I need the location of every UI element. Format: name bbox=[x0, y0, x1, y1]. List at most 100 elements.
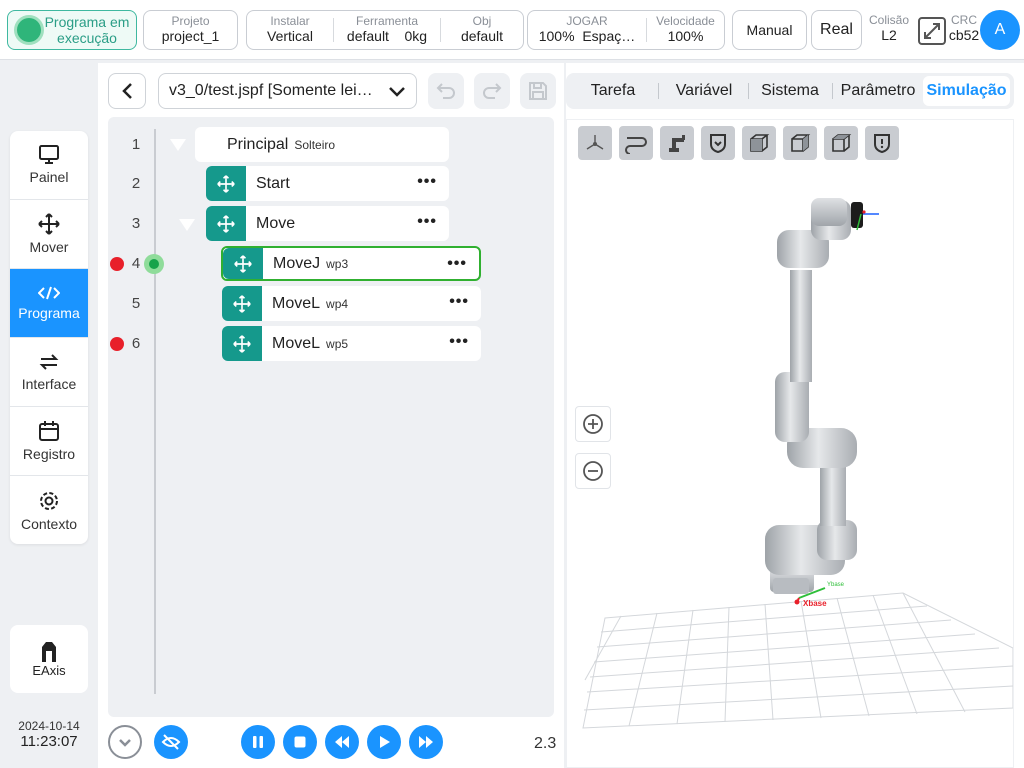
swap-icon bbox=[39, 354, 59, 370]
more-options-icon[interactable]: ••• bbox=[449, 334, 469, 350]
view-front-button[interactable] bbox=[742, 126, 776, 160]
install-value: Vertical bbox=[267, 28, 313, 44]
jog-cell[interactable]: JOGAR 100% Espaç… bbox=[528, 11, 646, 49]
tree-node-start[interactable]: Start ••• bbox=[206, 166, 449, 201]
nav-item-interface[interactable]: Interface bbox=[10, 338, 88, 407]
nav-item-contexto[interactable]: Contexto bbox=[10, 476, 88, 544]
jog-speed-group[interactable]: JOGAR 100% Espaç… Velocidade 100% bbox=[527, 10, 725, 50]
zoom-out-button[interactable] bbox=[575, 453, 611, 489]
top-bar: Programa em execução Projeto project_1 I… bbox=[0, 0, 1024, 60]
robot-view-button[interactable] bbox=[660, 126, 694, 160]
collapse-icon[interactable] bbox=[170, 139, 186, 151]
view-iso-button[interactable] bbox=[578, 126, 612, 160]
more-options-icon[interactable]: ••• bbox=[449, 294, 469, 310]
play-button[interactable] bbox=[367, 725, 401, 759]
running-dot-icon bbox=[17, 18, 41, 42]
simulation-viewport[interactable]: Xbase Ybase bbox=[566, 119, 1014, 768]
divider bbox=[658, 83, 659, 99]
real-mode-button[interactable]: Real bbox=[811, 10, 862, 50]
user-avatar[interactable]: A bbox=[980, 10, 1020, 50]
pause-button[interactable] bbox=[241, 725, 275, 759]
stop-button[interactable] bbox=[283, 725, 317, 759]
more-options-icon[interactable]: ••• bbox=[417, 214, 437, 230]
step-mode-button[interactable] bbox=[154, 725, 188, 759]
project-value: project_1 bbox=[161, 28, 220, 44]
back-button[interactable] bbox=[108, 73, 146, 109]
zoom-in-button[interactable] bbox=[575, 406, 611, 442]
tab-variavel[interactable]: Variável bbox=[660, 73, 748, 109]
tab-simulacao[interactable]: Simulação bbox=[923, 76, 1010, 106]
nav-item-mover[interactable]: Mover bbox=[10, 200, 88, 269]
collapse-all-button[interactable] bbox=[108, 725, 142, 759]
nav-label: Painel bbox=[29, 169, 69, 185]
tree-node-move[interactable]: Move ••• bbox=[206, 206, 449, 241]
install-label: Instalar bbox=[270, 14, 310, 28]
tab-sistema[interactable]: Sistema bbox=[748, 73, 832, 109]
collision-indicator[interactable]: Colisão L2 bbox=[866, 14, 912, 52]
tool-label: Ferramenta bbox=[355, 14, 419, 28]
view-side-button[interactable] bbox=[783, 126, 817, 160]
nav-label: Mover bbox=[29, 239, 69, 255]
eaxis-button[interactable]: EAxis bbox=[10, 625, 88, 693]
view-top-button[interactable] bbox=[824, 126, 858, 160]
undo-icon bbox=[436, 83, 455, 99]
clock: 2024-10-14 11:23:07 bbox=[0, 719, 98, 750]
program-editor: v3_0/test.jspf [Somente lei… 1 Principal… bbox=[98, 63, 564, 768]
tab-parametro[interactable]: Parâmetro bbox=[832, 73, 924, 109]
undo-button[interactable] bbox=[428, 73, 464, 109]
eaxis-label: EAxis bbox=[32, 662, 66, 678]
program-toolbar: v3_0/test.jspf [Somente lei… bbox=[98, 63, 564, 117]
tool-cell[interactable]: Ferramenta default 0kg bbox=[334, 11, 440, 49]
eaxis-icon bbox=[42, 641, 56, 662]
fullscreen-icon[interactable] bbox=[917, 16, 947, 46]
rewind-button[interactable] bbox=[325, 725, 359, 759]
tree-node-principal[interactable]: Principal Solteiro bbox=[195, 127, 449, 162]
line-number: 1 bbox=[131, 136, 141, 153]
run-status-indicator[interactable]: Programa em execução bbox=[7, 10, 137, 50]
more-options-icon[interactable]: ••• bbox=[417, 174, 437, 190]
redo-icon bbox=[483, 83, 502, 99]
line-number: 6 bbox=[131, 335, 141, 352]
tab-tarefa[interactable]: Tarefa bbox=[566, 73, 660, 109]
stop-icon bbox=[294, 736, 306, 748]
current-line-indicator bbox=[144, 254, 164, 274]
rewind-icon bbox=[335, 736, 349, 748]
nav-label: Contexto bbox=[20, 515, 78, 532]
collapse-icon[interactable] bbox=[179, 219, 195, 231]
program-file-select[interactable]: v3_0/test.jspf [Somente lei… bbox=[158, 73, 417, 109]
jog-label: JOGAR bbox=[566, 14, 608, 28]
gear-icon bbox=[40, 491, 58, 510]
tree-guide-line bbox=[154, 129, 156, 694]
fast-forward-button[interactable] bbox=[409, 725, 443, 759]
manual-mode-button[interactable]: Manual bbox=[732, 10, 807, 50]
save-button[interactable] bbox=[520, 73, 556, 109]
zoom-out-icon bbox=[583, 461, 603, 481]
crc-value: cb52 bbox=[948, 27, 980, 43]
obj-cell[interactable]: Obj default bbox=[441, 11, 523, 49]
nav-item-registro[interactable]: Registro bbox=[10, 407, 88, 476]
more-options-icon[interactable]: ••• bbox=[447, 256, 467, 272]
shield-alert-icon bbox=[874, 134, 890, 154]
speed-cell[interactable]: Velocidade 100% bbox=[647, 11, 724, 49]
line-number: 3 bbox=[131, 215, 141, 232]
line-number: 2 bbox=[131, 175, 141, 192]
tool-mass: 0kg bbox=[404, 28, 428, 44]
project-selector[interactable]: Projeto project_1 bbox=[143, 10, 238, 50]
crc-indicator: CRC cb52 bbox=[947, 14, 981, 52]
safety-warning-button[interactable] bbox=[865, 126, 899, 160]
path-toggle-button[interactable] bbox=[619, 126, 653, 160]
tree-node-movel-wp4[interactable]: MoveL wp4 ••• bbox=[222, 286, 481, 321]
installation-tool-group[interactable]: Instalar Vertical Ferramenta default 0kg… bbox=[246, 10, 524, 50]
install-cell[interactable]: Instalar Vertical bbox=[247, 11, 333, 49]
nav-item-programa[interactable]: Programa bbox=[10, 269, 88, 338]
line-number: 5 bbox=[131, 295, 141, 312]
obj-label: Obj bbox=[472, 14, 492, 28]
nav-item-painel[interactable]: Painel bbox=[10, 131, 88, 200]
tree-node-movej[interactable]: MoveJ wp3 ••• bbox=[221, 246, 481, 281]
code-icon bbox=[38, 286, 60, 300]
tree-node-movel-wp5[interactable]: MoveL wp5 ••• bbox=[222, 326, 481, 361]
robot-3d-scene: Xbase Ybase bbox=[582, 198, 1013, 729]
redo-button[interactable] bbox=[474, 73, 510, 109]
safety-shield-button[interactable] bbox=[701, 126, 735, 160]
detail-tabs: Tarefa Variável Sistema Parâmetro Simula… bbox=[566, 73, 1014, 109]
